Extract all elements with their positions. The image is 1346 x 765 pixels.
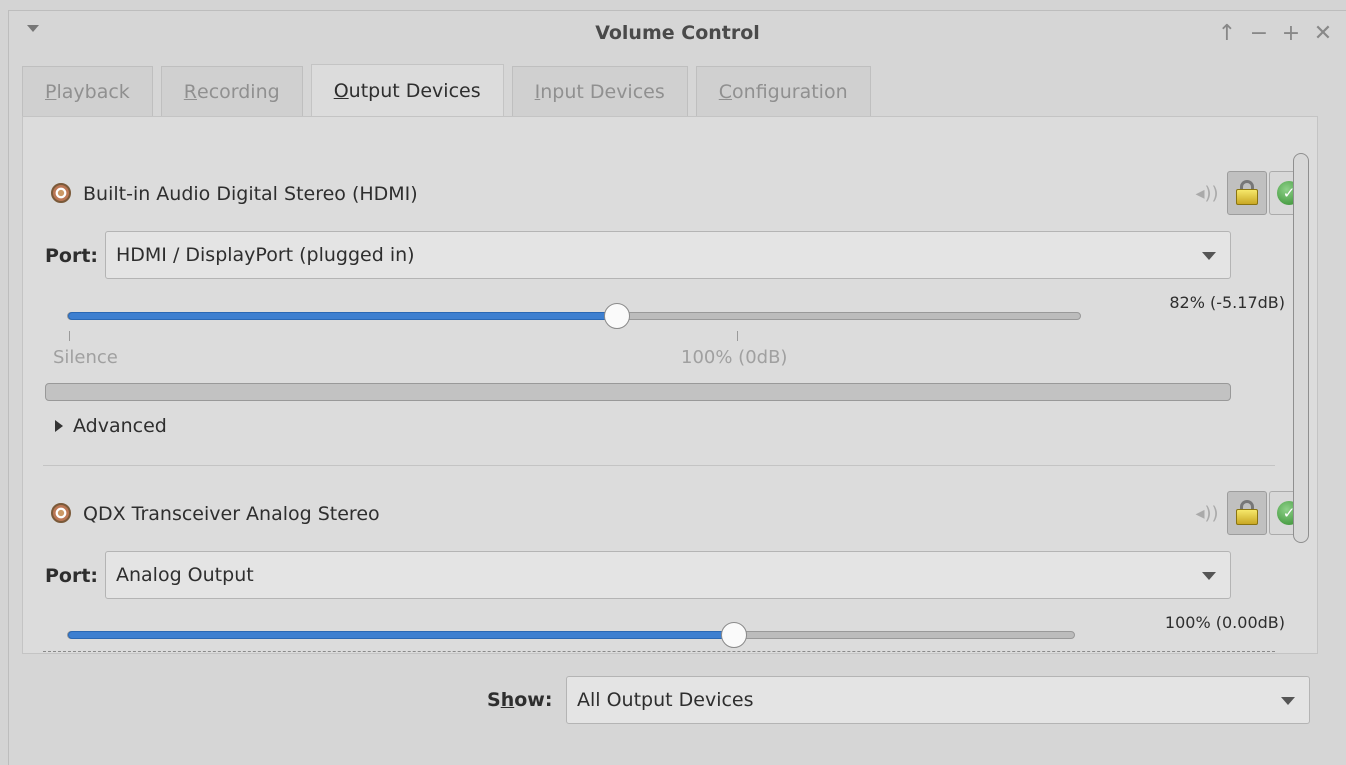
port-label: Port: (45, 565, 99, 587)
scale-label-100: 100% (0dB) (681, 347, 788, 368)
tab-mnemonic: C (718, 80, 733, 103)
lock-icon-body (1236, 509, 1258, 525)
scale-label-silence: Silence (53, 347, 118, 368)
keep-above-button[interactable]: ↑ (1212, 19, 1242, 47)
tab-label: layback (56, 80, 130, 103)
advanced-expander[interactable]: Advanced (55, 415, 167, 437)
tab-label: nput Devices (540, 80, 665, 103)
titlebar: Volume Control ↑ − + ✕ (9, 11, 1346, 55)
volume-slider-handle[interactable] (604, 303, 630, 329)
peak-meter (45, 383, 1231, 401)
volume-slider-handle[interactable] (721, 622, 747, 648)
show-label-suffix: ow: (514, 689, 553, 711)
volume-slider[interactable] (67, 303, 1081, 329)
show-label-prefix: S (487, 689, 501, 711)
port-select[interactable]: HDMI / DisplayPort (plugged in) (105, 231, 1231, 279)
port-label: Port: (45, 245, 99, 267)
show-label-mnemonic: h (500, 689, 515, 711)
tab-input-devices[interactable]: Input Devices (511, 66, 688, 116)
speaker-icon[interactable]: ◂)) (1193, 499, 1221, 527)
speaker-icon[interactable]: ◂)) (1193, 179, 1221, 207)
window-title: Volume Control (595, 22, 760, 44)
tab-bar: Playback Recording Output Devices Input … (22, 64, 879, 116)
device-separator (43, 465, 1275, 466)
tab-playback[interactable]: Playback (22, 66, 153, 116)
lock-channels-button[interactable] (1227, 491, 1267, 535)
tab-mnemonic: O (333, 79, 349, 102)
tab-output-devices[interactable]: Output Devices (310, 64, 504, 116)
port-select[interactable]: Analog Output (105, 551, 1231, 599)
chevron-down-icon (1202, 572, 1216, 580)
tab-mnemonic: R (183, 80, 197, 103)
chevron-down-icon (1202, 252, 1216, 260)
vertical-scrollbar[interactable] (1293, 153, 1309, 543)
tab-mnemonic: P (45, 80, 57, 103)
maximize-button[interactable]: + (1276, 19, 1306, 47)
tab-label: utput Devices (348, 79, 481, 102)
scroll-edge-indicator (43, 651, 1275, 652)
tick-100 (737, 331, 738, 341)
show-filter-select[interactable]: All Output Devices (566, 676, 1310, 724)
show-filter-value: All Output Devices (577, 689, 754, 711)
expander-arrow-icon (55, 420, 63, 432)
volume-readout: 100% (0.00dB) (1164, 613, 1285, 632)
output-devices-panel: Built-in Audio Digital Stereo (HDMI) ◂))… (22, 116, 1318, 654)
volume-slider-fill (68, 631, 734, 639)
tab-label: onfiguration (732, 80, 848, 103)
tab-recording[interactable]: Recording (160, 66, 303, 116)
device-name: Built-in Audio Digital Stereo (HDMI) (83, 183, 418, 205)
tick-silence (69, 331, 70, 341)
tab-label: ecording (197, 80, 280, 103)
port-select-value: HDMI / DisplayPort (plugged in) (116, 244, 415, 266)
port-select-value: Analog Output (116, 564, 254, 586)
minimize-button[interactable]: − (1244, 19, 1274, 47)
speaker-device-icon (51, 183, 71, 203)
speaker-device-icon (51, 503, 71, 523)
volume-readout: 82% (-5.17dB) (1169, 293, 1285, 312)
chevron-down-icon (1281, 697, 1295, 705)
volume-slider[interactable] (67, 622, 1075, 648)
tab-configuration[interactable]: Configuration (695, 66, 871, 116)
advanced-label: Advanced (73, 415, 167, 437)
device-name: QDX Transceiver Analog Stereo (83, 503, 380, 525)
lock-channels-button[interactable] (1227, 171, 1267, 215)
volume-slider-fill (68, 312, 617, 320)
lock-icon-body (1236, 189, 1258, 205)
show-label: Show: (487, 689, 552, 711)
close-button[interactable]: ✕ (1308, 19, 1338, 47)
